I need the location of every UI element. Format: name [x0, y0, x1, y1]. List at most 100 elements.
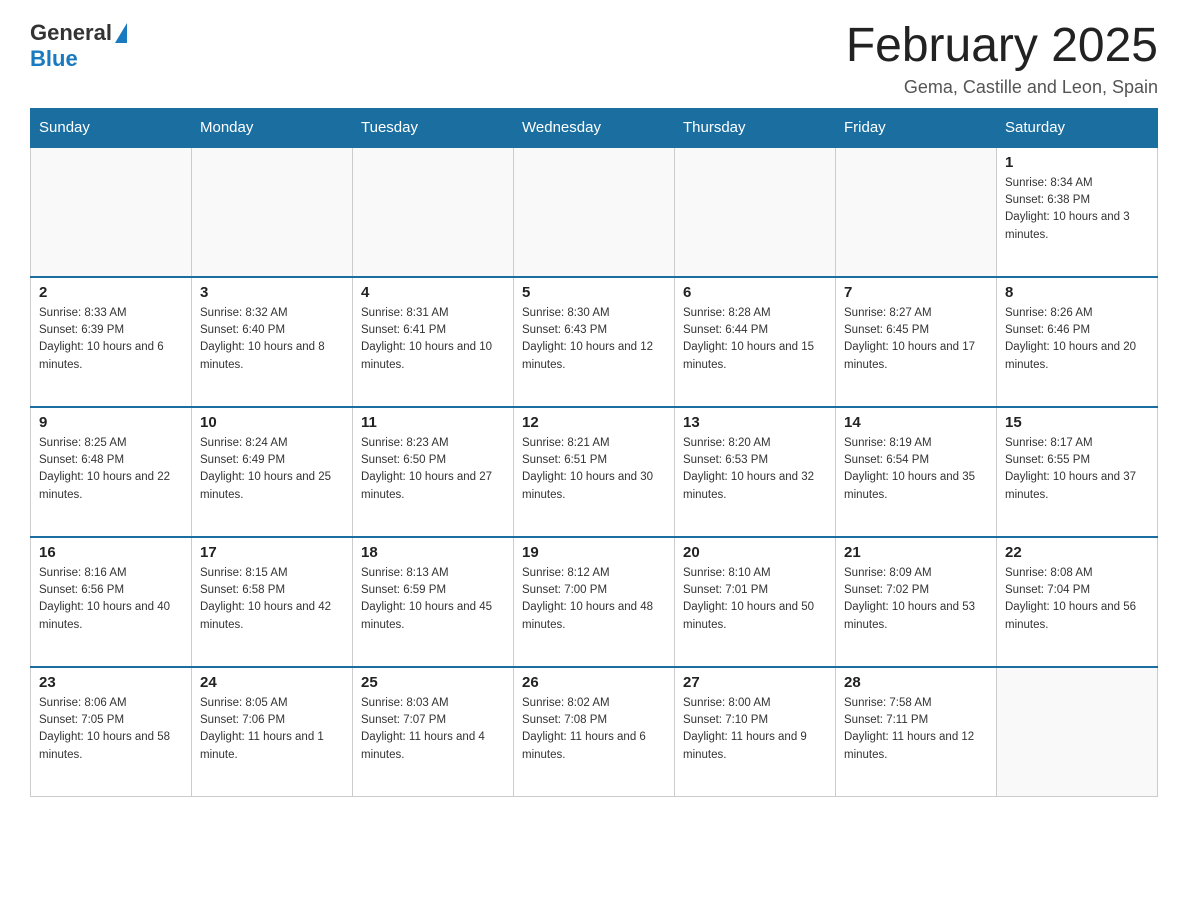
- calendar-day-cell: 19 Sunrise: 8:12 AMSunset: 7:00 PMDayligh…: [514, 537, 675, 667]
- calendar-day-cell: 9 Sunrise: 8:25 AMSunset: 6:48 PMDaylight…: [31, 407, 192, 537]
- day-info: Sunrise: 8:32 AMSunset: 6:40 PMDaylight:…: [200, 305, 344, 374]
- calendar-day-cell: 13 Sunrise: 8:20 AMSunset: 6:53 PMDayligh…: [675, 407, 836, 537]
- day-info: Sunrise: 8:28 AMSunset: 6:44 PMDaylight:…: [683, 305, 827, 374]
- calendar-day-cell: 10 Sunrise: 8:24 AMSunset: 6:49 PMDayligh…: [192, 407, 353, 537]
- day-info: Sunrise: 8:27 AMSunset: 6:45 PMDaylight:…: [844, 305, 988, 374]
- calendar-day-cell: 7Sunrise: 8:27 AMSunset: 6:45 PMDaylight…: [836, 277, 997, 407]
- calendar-table: SundayMondayTuesdayWednesdayThursdayFrid…: [30, 108, 1158, 798]
- day-number: 10: [200, 414, 344, 431]
- day-number: 21: [844, 544, 988, 561]
- calendar-day-cell: 12 Sunrise: 8:21 AMSunset: 6:51 PMDayligh…: [514, 407, 675, 537]
- day-info: Sunrise: 8:12 AMSunset: 7:00 PMDaylight:…: [522, 565, 666, 634]
- logo: General Blue: [30, 20, 127, 72]
- day-info: Sunrise: 8:03 AMSunset: 7:07 PMDaylight:…: [361, 695, 505, 764]
- day-info: Sunrise: 8:31 AMSunset: 6:41 PMDaylight:…: [361, 305, 505, 374]
- calendar-day-cell: 4Sunrise: 8:31 AMSunset: 6:41 PMDaylight…: [353, 277, 514, 407]
- calendar-day-cell: 26 Sunrise: 8:02 AMSunset: 7:08 PMDayligh…: [514, 667, 675, 797]
- day-number: 11: [361, 414, 505, 431]
- day-number: 22: [1005, 544, 1149, 561]
- day-number: 15: [1005, 414, 1149, 431]
- calendar-week-row: 9 Sunrise: 8:25 AMSunset: 6:48 PMDaylight…: [31, 407, 1158, 537]
- day-number: 8: [1005, 284, 1149, 301]
- calendar-week-row: 23Sunrise: 8:06 AMSunset: 7:05 PMDayligh…: [31, 667, 1158, 797]
- calendar-day-cell: 17 Sunrise: 8:15 AMSunset: 6:58 PMDayligh…: [192, 537, 353, 667]
- calendar-day-cell: [192, 147, 353, 277]
- day-info: Sunrise: 8:33 AMSunset: 6:39 PMDaylight:…: [39, 305, 183, 374]
- calendar-week-row: 16 Sunrise: 8:16 AMSunset: 6:56 PMDayligh…: [31, 537, 1158, 667]
- day-info: Sunrise: 8:13 AMSunset: 6:59 PMDaylight:…: [361, 565, 505, 634]
- calendar-day-cell: 11 Sunrise: 8:23 AMSunset: 6:50 PMDayligh…: [353, 407, 514, 537]
- day-number: 19: [522, 544, 666, 561]
- day-number: 16: [39, 544, 183, 561]
- logo-triangle-icon: [115, 23, 127, 43]
- day-info: Sunrise: 8:06 AMSunset: 7:05 PMDaylight:…: [39, 695, 183, 764]
- calendar-day-cell: 18 Sunrise: 8:13 AMSunset: 6:59 PMDayligh…: [353, 537, 514, 667]
- calendar-day-cell: 5 Sunrise: 8:30 AMSunset: 6:43 PMDaylight…: [514, 277, 675, 407]
- day-info: Sunrise: 8:09 AMSunset: 7:02 PMDaylight:…: [844, 565, 988, 634]
- day-number: 17: [200, 544, 344, 561]
- calendar-week-row: 1 Sunrise: 8:34 AMSunset: 6:38 PMDaylight…: [31, 147, 1158, 277]
- calendar-day-cell: 21 Sunrise: 8:09 AMSunset: 7:02 PMDayligh…: [836, 537, 997, 667]
- day-number: 13: [683, 414, 827, 431]
- day-number: 27: [683, 674, 827, 691]
- day-info: Sunrise: 8:34 AMSunset: 6:38 PMDaylight:…: [1005, 175, 1149, 244]
- calendar-day-cell: 23Sunrise: 8:06 AMSunset: 7:05 PMDayligh…: [31, 667, 192, 797]
- calendar-subtitle: Gema, Castille and Leon, Spain: [846, 77, 1158, 98]
- calendar-day-cell: 28 Sunrise: 7:58 AMSunset: 7:11 PMDayligh…: [836, 667, 997, 797]
- day-number: 2: [39, 284, 183, 301]
- day-info: Sunrise: 8:26 AMSunset: 6:46 PMDaylight:…: [1005, 305, 1149, 374]
- day-info: Sunrise: 8:23 AMSunset: 6:50 PMDaylight:…: [361, 435, 505, 504]
- day-info: Sunrise: 8:00 AMSunset: 7:10 PMDaylight:…: [683, 695, 827, 764]
- day-number: 9: [39, 414, 183, 431]
- calendar-day-cell: 8 Sunrise: 8:26 AMSunset: 6:46 PMDaylight…: [997, 277, 1158, 407]
- day-of-week-header: Wednesday: [514, 108, 675, 147]
- calendar-day-cell: 2 Sunrise: 8:33 AMSunset: 6:39 PMDaylight…: [31, 277, 192, 407]
- day-of-week-header: Friday: [836, 108, 997, 147]
- day-of-week-header: Thursday: [675, 108, 836, 147]
- day-info: Sunrise: 8:16 AMSunset: 6:56 PMDaylight:…: [39, 565, 183, 634]
- day-number: 18: [361, 544, 505, 561]
- logo-blue: Blue: [30, 46, 78, 72]
- calendar-header-row: SundayMondayTuesdayWednesdayThursdayFrid…: [31, 108, 1158, 147]
- day-info: Sunrise: 8:20 AMSunset: 6:53 PMDaylight:…: [683, 435, 827, 504]
- calendar-day-cell: 16 Sunrise: 8:16 AMSunset: 6:56 PMDayligh…: [31, 537, 192, 667]
- day-number: 14: [844, 414, 988, 431]
- day-number: 20: [683, 544, 827, 561]
- day-info: Sunrise: 8:24 AMSunset: 6:49 PMDaylight:…: [200, 435, 344, 504]
- day-info: Sunrise: 8:30 AMSunset: 6:43 PMDaylight:…: [522, 305, 666, 374]
- day-info: Sunrise: 8:15 AMSunset: 6:58 PMDaylight:…: [200, 565, 344, 634]
- day-info: Sunrise: 8:21 AMSunset: 6:51 PMDaylight:…: [522, 435, 666, 504]
- calendar-day-cell: 25 Sunrise: 8:03 AMSunset: 7:07 PMDayligh…: [353, 667, 514, 797]
- day-number: 3: [200, 284, 344, 301]
- calendar-day-cell: [514, 147, 675, 277]
- day-info: Sunrise: 7:58 AMSunset: 7:11 PMDaylight:…: [844, 695, 988, 764]
- calendar-day-cell: 27 Sunrise: 8:00 AMSunset: 7:10 PMDayligh…: [675, 667, 836, 797]
- calendar-day-cell: 3 Sunrise: 8:32 AMSunset: 6:40 PMDaylight…: [192, 277, 353, 407]
- calendar-day-cell: 24 Sunrise: 8:05 AMSunset: 7:06 PMDayligh…: [192, 667, 353, 797]
- calendar-day-cell: [997, 667, 1158, 797]
- calendar-day-cell: [836, 147, 997, 277]
- day-number: 6: [683, 284, 827, 301]
- day-of-week-header: Monday: [192, 108, 353, 147]
- calendar-day-cell: 1 Sunrise: 8:34 AMSunset: 6:38 PMDaylight…: [997, 147, 1158, 277]
- day-of-week-header: Tuesday: [353, 108, 514, 147]
- day-info: Sunrise: 8:25 AMSunset: 6:48 PMDaylight:…: [39, 435, 183, 504]
- day-number: 12: [522, 414, 666, 431]
- day-info: Sunrise: 8:17 AMSunset: 6:55 PMDaylight:…: [1005, 435, 1149, 504]
- day-number: 5: [522, 284, 666, 301]
- day-number: 28: [844, 674, 988, 691]
- calendar-day-cell: [675, 147, 836, 277]
- day-number: 26: [522, 674, 666, 691]
- day-info: Sunrise: 8:19 AMSunset: 6:54 PMDaylight:…: [844, 435, 988, 504]
- day-info: Sunrise: 8:05 AMSunset: 7:06 PMDaylight:…: [200, 695, 344, 764]
- day-info: Sunrise: 8:02 AMSunset: 7:08 PMDaylight:…: [522, 695, 666, 764]
- day-number: 25: [361, 674, 505, 691]
- calendar-day-cell: 22Sunrise: 8:08 AMSunset: 7:04 PMDayligh…: [997, 537, 1158, 667]
- calendar-day-cell: [353, 147, 514, 277]
- calendar-week-row: 2 Sunrise: 8:33 AMSunset: 6:39 PMDaylight…: [31, 277, 1158, 407]
- day-of-week-header: Saturday: [997, 108, 1158, 147]
- calendar-day-cell: 6 Sunrise: 8:28 AMSunset: 6:44 PMDaylight…: [675, 277, 836, 407]
- calendar-day-cell: 14 Sunrise: 8:19 AMSunset: 6:54 PMDayligh…: [836, 407, 997, 537]
- day-number: 24: [200, 674, 344, 691]
- day-number: 1: [1005, 154, 1149, 171]
